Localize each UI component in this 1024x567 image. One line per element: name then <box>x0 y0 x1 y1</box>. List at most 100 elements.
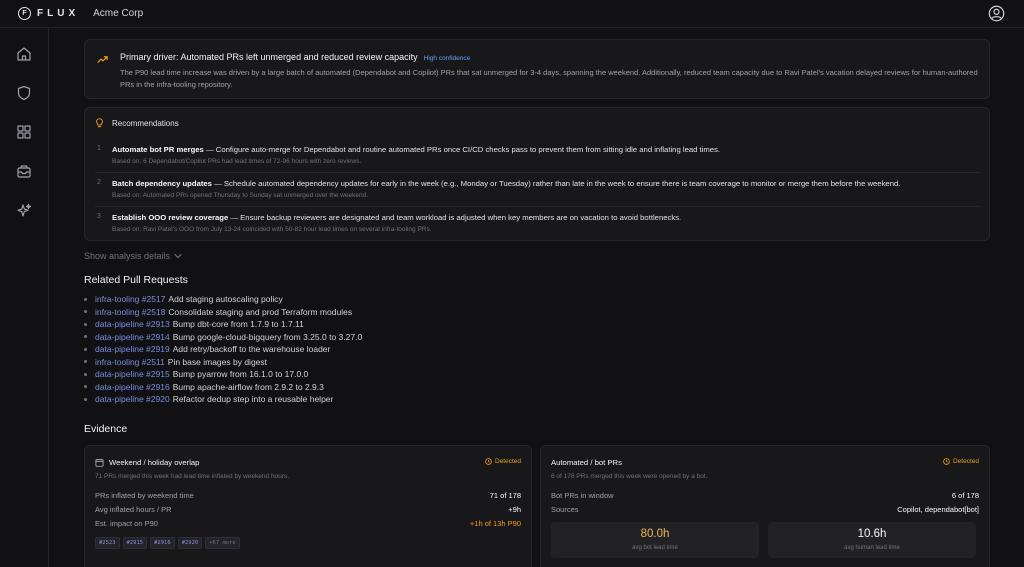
recommendations-header: Recommendations <box>95 118 179 128</box>
recommendation-evidence: Based on: Automated PRs opened Thursday … <box>112 192 369 199</box>
bullet-icon <box>84 322 87 326</box>
pr-tag[interactable]: #2920 <box>177 537 203 549</box>
pr-link[interactable]: data-pipeline #2920 <box>95 394 170 404</box>
pr-link[interactable]: data-pipeline #2919 <box>95 344 170 354</box>
bot-card-title: Automated / bot PRs <box>551 458 622 467</box>
pr-title: Add staging autoscaling policy <box>168 294 283 305</box>
list-item: data-pipeline #2913 Bump dbt-core from 1.… <box>84 318 362 331</box>
recommendation-number: 1 <box>97 145 101 152</box>
recommendation-text: Batch dependency updates — Schedule auto… <box>112 179 900 188</box>
flux-logo[interactable]: F FLUX <box>18 7 79 20</box>
recommendations-heading: Recommendations <box>112 118 179 128</box>
metric-label: PRs inflated by weekend time <box>95 491 194 500</box>
recommendation-title: Automate bot PR merges <box>112 145 204 154</box>
bot-card-header: Automated / bot PRs <box>551 458 622 467</box>
account-icon[interactable] <box>988 5 1005 22</box>
list-item: data-pipeline #2915 Bump pyarrow from 16.… <box>84 368 362 381</box>
bot-card-subtitle: 6 of 178 PRs merged this week were opene… <box>551 473 708 480</box>
bullet-icon <box>84 297 87 301</box>
recommendations-card: Recommendations 1 Automate bot PR merges… <box>84 107 990 241</box>
bullet-icon <box>84 310 87 314</box>
primary-driver-card: Primary driver: Automated PRs left unmer… <box>84 39 990 99</box>
show-analysis-details-label: Show analysis details <box>84 251 171 261</box>
pr-title: Pin base images by digest <box>167 356 268 367</box>
metric-label: Avg inflated hours / PR <box>95 505 172 514</box>
human-lead-time-stat: 10.6h avg human lead time <box>768 522 976 558</box>
pr-tags: #2523 #2915 #2916 #2920 +67 more <box>95 537 240 549</box>
list-item: infra-tooling #2517 Add staging autoscali… <box>84 293 362 306</box>
trending-up-icon <box>97 56 108 63</box>
show-analysis-details-toggle[interactable]: Show analysis details <box>84 251 182 261</box>
status-badge: Detected <box>485 458 521 465</box>
recommendation-text: Automate bot PR merges — Configure auto-… <box>112 145 720 154</box>
metric-value: Copilot, dependabot[bot] <box>897 505 979 514</box>
metric-label: Est. impact on P90 <box>95 519 158 528</box>
bullet-icon <box>84 335 87 339</box>
stat-label: avg human lead time <box>844 545 900 551</box>
pr-tag[interactable]: #2915 <box>122 537 148 549</box>
sparkle-icon[interactable] <box>16 203 32 219</box>
metric-row: Bot PRs in window 6 of 178 <box>551 491 979 503</box>
flux-logo-text: FLUX <box>37 8 80 19</box>
recommendation-body: — Schedule automated dependency updates … <box>211 179 901 188</box>
pr-title: Bump pyarrow from 16.1.0 to 17.0.0 <box>172 369 309 380</box>
recommendation-evidence: Based on: 6 Dependabot/Copilot PRs had l… <box>112 158 362 165</box>
bot-prs-card: Automated / bot PRs Detected 6 of 178 PR… <box>540 445 990 567</box>
metric-row: Avg inflated hours / PR +9h <box>95 505 521 517</box>
pr-title: Consolidate staging and prod Terraform m… <box>168 306 353 317</box>
metric-label: Sources <box>551 505 579 514</box>
stat-label: avg bot lead time <box>632 545 678 551</box>
pr-link[interactable]: data-pipeline #2916 <box>95 382 170 392</box>
pr-link[interactable]: infra-tooling #2511 <box>95 357 165 367</box>
grid-icon[interactable] <box>16 124 32 140</box>
pr-link[interactable]: data-pipeline #2915 <box>95 369 170 379</box>
inbox-icon[interactable] <box>16 164 32 180</box>
pr-tag[interactable]: #2523 <box>95 537 120 549</box>
recommendation-item: 3 Establish OOO review coverage — Ensure… <box>95 206 981 240</box>
pr-link[interactable]: infra-tooling #2518 <box>95 307 165 317</box>
recommendation-item: 1 Automate bot PR merges — Configure aut… <box>95 139 981 173</box>
org-name[interactable]: Acme Corp <box>93 8 143 19</box>
top-bar: F FLUX Acme Corp <box>0 0 1024 28</box>
status-text: Detected <box>952 458 979 465</box>
driver-title-text: Primary driver: Automated PRs left unmer… <box>120 52 418 62</box>
list-item: infra-tooling #2511 Pin base images by di… <box>84 356 362 369</box>
pr-title: Add retry/backoff to the warehouse loade… <box>172 344 331 355</box>
metric-value: 6 of 178 <box>951 491 979 500</box>
bullet-icon <box>84 397 87 401</box>
home-icon[interactable] <box>16 46 32 62</box>
stat-value: 10.6h <box>857 528 887 540</box>
bullet-icon <box>84 360 87 364</box>
metric-value: 71 of 178 <box>489 491 521 500</box>
list-item: data-pipeline #2916 Bump apache-airflow f… <box>84 381 362 394</box>
lightbulb-icon <box>96 118 103 128</box>
weekend-card-subtitle: 71 PRs merged this week had lead time in… <box>95 473 290 480</box>
pr-tag[interactable]: #2916 <box>150 537 175 549</box>
pr-link[interactable]: data-pipeline #2914 <box>95 332 170 342</box>
recommendation-item: 2 Batch dependency updates — Schedule au… <box>95 172 981 206</box>
pr-title: Refactor dedup step into a reusable help… <box>172 394 334 405</box>
pr-title: Bump dbt-core from 1.7.9 to 1.7.11 <box>172 319 304 330</box>
metric-row: Sources Copilot, dependabot[bot] <box>551 505 979 517</box>
driver-title: Primary driver: Automated PRs left unmer… <box>120 52 470 62</box>
metric-label: Bot PRs in window <box>551 491 614 500</box>
related-prs-list: infra-tooling #2517 Add staging autoscali… <box>84 293 362 406</box>
chevron-down-icon <box>174 253 182 259</box>
stat-value: 80.0h <box>640 528 670 540</box>
recommendation-body: — Ensure backup reviewers are designated… <box>228 213 682 222</box>
main-content: Primary driver: Automated PRs left unmer… <box>49 28 1024 567</box>
list-item: data-pipeline #2920 Refactor dedup step i… <box>84 393 362 406</box>
metric-value: +9h <box>508 505 521 514</box>
bullet-icon <box>84 385 87 389</box>
evidence-heading: Evidence <box>84 423 128 435</box>
clock-icon <box>943 458 950 465</box>
more-tags[interactable]: +67 more <box>205 537 240 549</box>
recommendation-evidence: Based on: Ravi Patel's OOO from July 13-… <box>112 226 432 233</box>
weekend-card-title: Weekend / holiday overlap <box>109 458 200 467</box>
shield-icon[interactable] <box>16 85 32 101</box>
recommendation-title: Batch dependency updates <box>112 179 212 188</box>
clock-icon <box>485 458 492 465</box>
pr-link[interactable]: infra-tooling #2517 <box>95 294 165 304</box>
pr-link[interactable]: data-pipeline #2913 <box>95 319 170 329</box>
bullet-icon <box>84 372 87 376</box>
